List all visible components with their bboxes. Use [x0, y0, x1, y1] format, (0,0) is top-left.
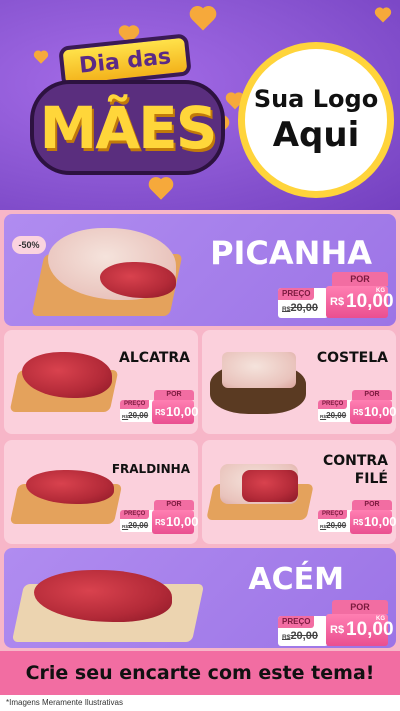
currency: R$: [330, 624, 345, 636]
product-name-line1: CONTRA: [322, 453, 388, 469]
product-card-acem[interactable]: ACÉM POR PREÇO R$20,00 R$ 10,00 KG: [4, 548, 396, 648]
por-label: POR: [154, 500, 194, 510]
price-value: 10,00: [364, 514, 396, 529]
old-price-box: PREÇO R$20,00: [278, 616, 328, 646]
product-card-alcatra[interactable]: ALCATRA POR PREÇO R$20,00 R$ 10,00: [4, 330, 198, 434]
price-value: 10,00: [346, 291, 394, 312]
new-price-box: R$ 10,00: [152, 510, 198, 534]
product-name: PICANHA: [210, 234, 372, 272]
new-price-box: R$ 10,00: [152, 400, 198, 424]
new-price-box: R$ 10,00: [350, 510, 396, 534]
old-price: R$20,00: [320, 521, 347, 530]
por-label: POR: [352, 390, 392, 400]
logo-line1: Sua Logo: [253, 85, 379, 113]
product-name: COSTELA: [316, 350, 388, 366]
product-name: CONTRA FILÉ: [323, 452, 388, 488]
preco-label: PREÇO: [318, 510, 348, 519]
price-value: 10,00: [166, 514, 198, 529]
cta-text: Crie seu encarte com este tema!: [25, 662, 375, 684]
meat-red-part: [242, 470, 298, 502]
unit-label: KG: [376, 616, 385, 622]
por-label: POR: [332, 272, 388, 286]
price-tag: POR PREÇO R$20,00 R$ 10,00: [318, 500, 396, 534]
costela-image: [222, 352, 296, 388]
product-name: ALCATRA: [119, 350, 190, 366]
product-name: FRALDINHA: [111, 462, 190, 476]
old-price: R$20,00: [320, 411, 347, 420]
price-tag: POR PREÇO R$20,00 R$ 10,00 KG: [278, 272, 394, 318]
currency: R$: [155, 518, 166, 527]
mothers-day-title: Dia das MÃES: [30, 30, 230, 195]
preco-label: PREÇO: [278, 288, 315, 300]
old-price: R$20,00: [122, 411, 149, 420]
price-value: 10,00: [364, 404, 396, 419]
discount-badge: -50%: [12, 236, 46, 254]
unit-label: KG: [376, 288, 385, 294]
por-label: POR: [332, 600, 388, 614]
price-tag: POR PREÇO R$20,00 R$ 10,00: [318, 390, 396, 424]
price-tag: POR PREÇO R$20,00 R$ 10,00: [120, 390, 198, 424]
product-card-contra-file[interactable]: CONTRA FILÉ POR PREÇO R$20,00 R$ 10,00: [202, 440, 396, 544]
old-price-box: PREÇO R$20,00: [120, 400, 156, 422]
logo-placeholder[interactable]: Sua Logo Aqui: [238, 42, 394, 198]
product-name: ACÉM: [248, 562, 344, 597]
old-price-box: PREÇO R$20,00: [120, 510, 156, 532]
old-price: R$20,00: [282, 302, 318, 314]
currency: R$: [330, 296, 345, 308]
old-price: R$20,00: [122, 521, 149, 530]
preco-label: PREÇO: [120, 510, 150, 519]
old-price-box: PREÇO R$20,00: [318, 510, 354, 532]
preco-label: PREÇO: [278, 616, 315, 628]
currency: R$: [353, 408, 364, 417]
footnote: *Imagens Meramente Ilustrativas: [0, 695, 400, 711]
cta-banner[interactable]: Crie seu encarte com este tema!: [0, 651, 400, 695]
old-price-box: PREÇO R$20,00: [318, 400, 354, 422]
price-tag: POR PREÇO R$20,00 R$ 10,00: [120, 500, 198, 534]
currency: R$: [353, 518, 364, 527]
logo-line2: Aqui: [272, 115, 360, 155]
product-name-line2: FILÉ: [354, 471, 388, 487]
title-main: MÃES: [30, 80, 225, 175]
preco-label: PREÇO: [318, 400, 348, 409]
product-card-costela[interactable]: COSTELA POR PREÇO R$20,00 R$ 10,00: [202, 330, 396, 434]
product-card-fraldinha[interactable]: FRALDINHA POR PREÇO R$20,00 R$ 10,00: [4, 440, 198, 544]
price-tag: POR PREÇO R$20,00 R$ 10,00 KG: [278, 600, 394, 646]
currency: R$: [155, 408, 166, 417]
product-card-picanha[interactable]: -50% PICANHA POR PREÇO R$20,00 R$ 10,00 …: [4, 214, 396, 326]
heart-icon: [374, 8, 392, 24]
header-banner: Dia das MÃES Sua Logo Aqui: [0, 0, 400, 210]
new-price-box: R$ 10,00 KG: [326, 286, 394, 318]
price-value: 10,00: [166, 404, 198, 419]
por-label: POR: [154, 390, 194, 400]
por-label: POR: [352, 500, 392, 510]
old-price-box: PREÇO R$20,00: [278, 288, 328, 318]
new-price-box: R$ 10,00: [350, 400, 396, 424]
old-price: R$20,00: [282, 630, 318, 642]
price-value: 10,00: [346, 619, 394, 640]
preco-label: PREÇO: [120, 400, 150, 409]
new-price-box: R$ 10,00 KG: [326, 614, 394, 646]
